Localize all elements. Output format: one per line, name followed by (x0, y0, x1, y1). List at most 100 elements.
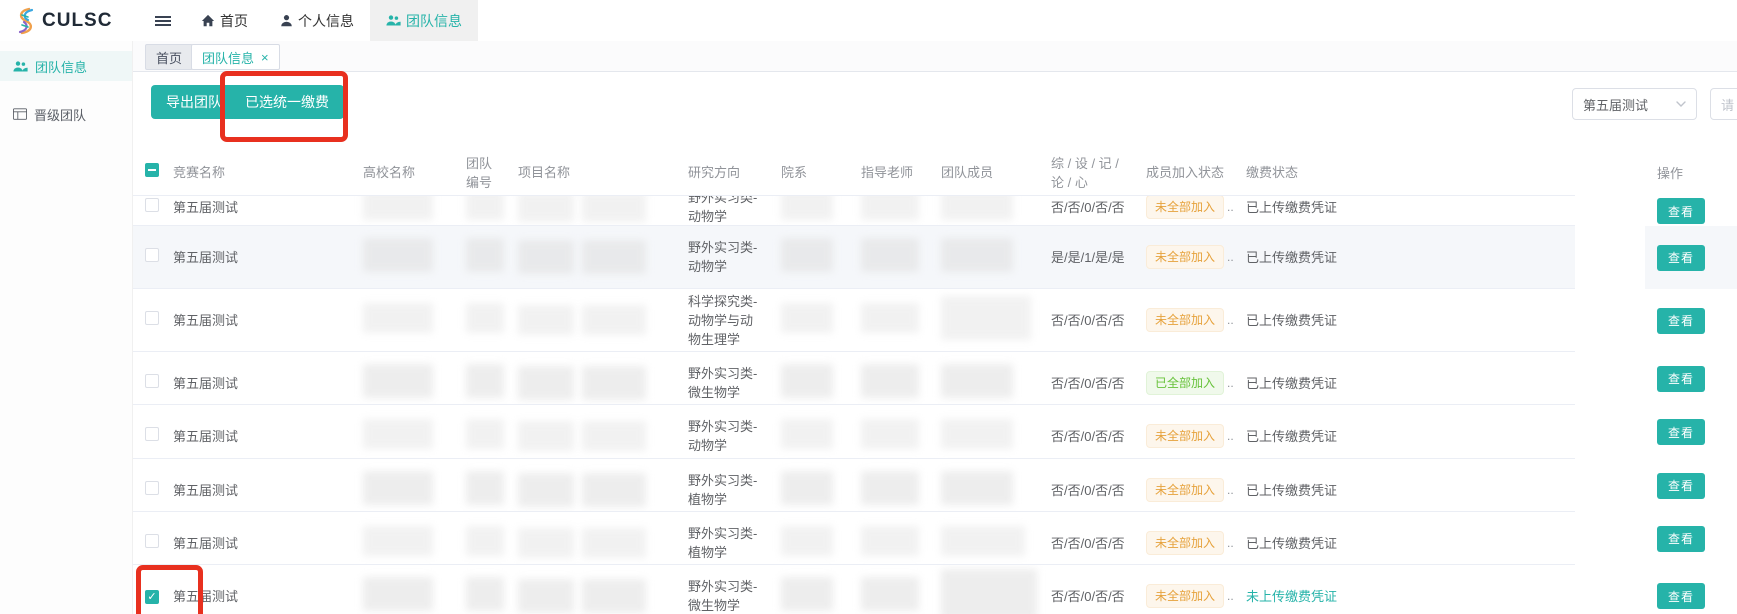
brand-logo: CULSC (0, 0, 133, 41)
nav-item-profile[interactable]: 个人信息 (264, 0, 370, 41)
session-select[interactable]: 第五届测试 (1572, 88, 1697, 120)
redacted-members (941, 471, 1013, 505)
redacted-team-number (466, 577, 504, 611)
redacted-members (941, 569, 1037, 614)
redacted-members (941, 419, 1013, 449)
join-status-badge: 未全部加入 (1146, 308, 1224, 332)
pay-status-text: 未上传缴费凭证 (1246, 587, 1557, 606)
view-button[interactable]: 查看 (1657, 245, 1705, 271)
redacted-university (363, 364, 433, 398)
research-direction: 野外实习类-动物学 (688, 417, 765, 455)
research-direction: 野外实习类-动物学 (688, 196, 765, 226)
flags-value: 否/否/0/否/否 (1051, 427, 1130, 446)
col-header-project: 项目名称 (510, 162, 680, 181)
view-button[interactable]: 查看 (1657, 473, 1705, 499)
competition-name: 第五届测试 (173, 311, 347, 330)
col-header-pay-status: 缴费状态 (1238, 162, 1565, 181)
redacted-department (781, 238, 833, 272)
view-button[interactable]: 查看 (1657, 308, 1705, 334)
col-header-direction: 研究方向 (680, 162, 773, 181)
view-button[interactable]: 查看 (1657, 583, 1705, 609)
main-content: 首页 团队信息 × 导出团队 已选统一缴费 第五届测试 请 竞赛名称 高校名称 … (133, 41, 1737, 614)
row-checkbox[interactable] (145, 374, 159, 388)
sidebar-item-promoted-teams[interactable]: 晋级团队 (0, 99, 132, 129)
redacted-department (781, 196, 833, 220)
pay-status-text: 已上传缴费凭证 (1246, 248, 1557, 267)
redacted-advisor (861, 526, 919, 556)
redacted-advisor (861, 577, 919, 611)
session-select-value: 第五届测试 (1583, 95, 1648, 114)
view-button[interactable]: 查看 (1657, 526, 1705, 552)
research-direction: 野外实习类-微生物学 (688, 364, 765, 402)
actions-row: 查看 (1645, 226, 1737, 289)
join-status-suffix: .. (1227, 429, 1234, 443)
row-checkbox[interactable] (145, 427, 159, 441)
join-status-suffix: .. (1227, 250, 1234, 264)
view-button[interactable]: 查看 (1657, 366, 1705, 392)
row-checkbox[interactable]: ✓ (145, 590, 159, 604)
join-status-suffix: .. (1227, 589, 1234, 603)
search-input[interactable]: 请 (1710, 88, 1737, 120)
close-icon[interactable]: × (261, 51, 269, 64)
join-status-suffix: .. (1227, 376, 1234, 390)
tab-team-info[interactable]: 团队信息 × (191, 44, 280, 70)
pay-status-text: 已上传缴费凭证 (1246, 427, 1557, 446)
nav-item-label: 团队信息 (406, 11, 462, 31)
redacted-project (518, 421, 574, 451)
pay-status-text: 已上传缴费凭证 (1246, 534, 1557, 553)
competition-name: 第五届测试 (173, 481, 347, 500)
hamburger-menu-icon[interactable] (148, 0, 178, 41)
redacted-project (518, 579, 574, 613)
sidebar-item-team-info[interactable]: 团队信息 (0, 51, 132, 81)
redacted-team-number (466, 526, 504, 556)
redacted-project (518, 473, 574, 507)
unified-payment-button[interactable]: 已选统一缴费 (230, 85, 344, 119)
view-button[interactable]: 查看 (1657, 419, 1705, 445)
row-checkbox[interactable] (145, 248, 159, 262)
join-status-badge: 未全部加入 (1146, 424, 1224, 448)
redacted-team-number (466, 238, 504, 272)
top-navbar: CULSC 首页 个人信息 团队信息 (0, 0, 1737, 41)
nav-item-label: 个人信息 (298, 11, 354, 31)
col-header-university: 高校名称 (355, 162, 458, 181)
competition-name: 第五届测试 (173, 587, 347, 606)
redacted-department (781, 526, 833, 556)
competition-name: 第五届测试 (173, 198, 347, 217)
pay-status-text: 已上传缴费凭证 (1246, 481, 1557, 500)
nav-item-team-info[interactable]: 团队信息 (370, 0, 478, 41)
view-button[interactable]: 查看 (1657, 198, 1705, 224)
redacted-members (941, 526, 1025, 556)
select-all-checkbox[interactable] (145, 163, 159, 177)
row-checkbox[interactable] (145, 481, 159, 495)
redacted-advisor (861, 364, 919, 398)
redacted-department (781, 419, 833, 449)
export-teams-button[interactable]: 导出团队 (151, 85, 237, 119)
competition-name: 第五届测试 (173, 534, 347, 553)
row-checkbox[interactable] (145, 198, 159, 212)
redacted-team-number (466, 364, 504, 398)
list-icon (13, 108, 27, 120)
row-checkbox[interactable] (145, 534, 159, 548)
tab-home[interactable]: 首页 (145, 44, 193, 70)
join-status-badge: 未全部加入 (1146, 531, 1224, 555)
table-row: 第五届测试野外实习类-动物学否/否/0/否/否未全部加入..已上传缴费凭证 (133, 405, 1575, 459)
join-status-badge: 未全部加入 (1146, 584, 1224, 608)
research-direction: 野外实习类-微生物学 (688, 577, 765, 614)
redacted-university (363, 238, 433, 272)
nav-item-home[interactable]: 首页 (185, 0, 264, 41)
redacted-university (363, 471, 433, 505)
row-checkbox[interactable] (145, 311, 159, 325)
join-status-badge: 未全部加入 (1146, 478, 1224, 502)
tabs-bar: 首页 团队信息 × (133, 41, 1737, 72)
col-header-advisor: 指导老师 (853, 162, 933, 181)
actions-row: 查看 (1645, 459, 1737, 512)
join-status-suffix: .. (1227, 200, 1234, 214)
redacted-university (363, 303, 433, 333)
redacted-department (781, 471, 833, 505)
actions-column: 操作 查看查看查看查看查看查看查看查看 (1645, 148, 1737, 614)
redacted-project (582, 305, 646, 335)
redacted-project (518, 528, 574, 558)
redacted-members (941, 364, 1013, 398)
pay-status-text: 已上传缴费凭证 (1246, 311, 1557, 330)
actions-row: 查看 (1645, 405, 1737, 459)
